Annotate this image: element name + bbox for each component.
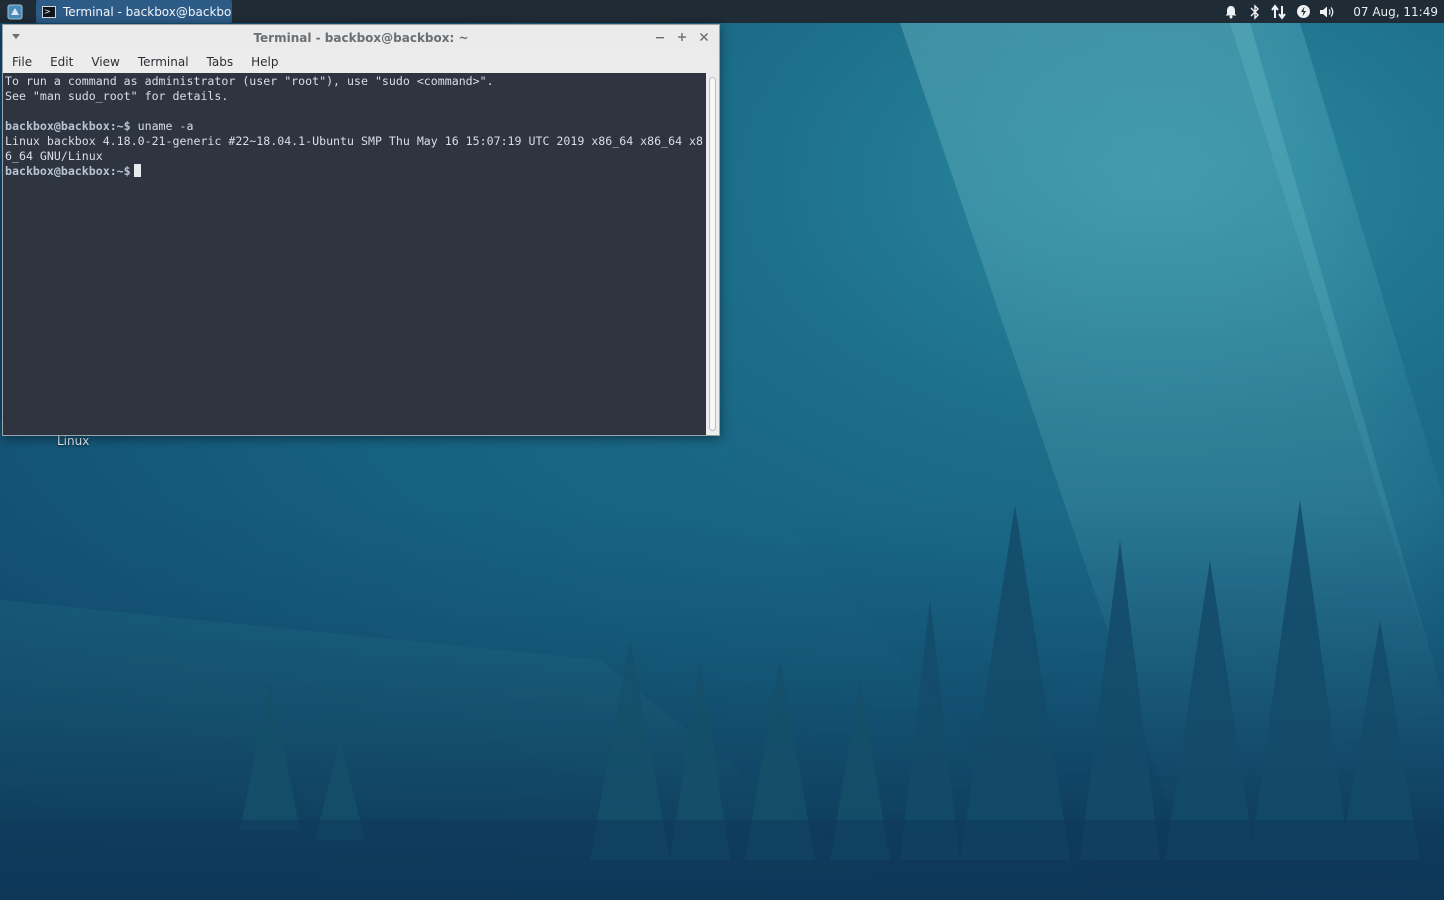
minimize-icon [656,37,664,39]
terminal-command: uname -a [130,119,194,133]
menu-file[interactable]: File [12,55,32,69]
taskbar-terminal-label: Terminal - backbox@backbo... [63,4,232,19]
terminal-icon: > [42,5,56,18]
terminal-cursor [133,164,141,177]
terminal-menubar: File Edit View Terminal Tabs Help [3,51,719,73]
terminal-line: 6_64 GNU/Linux [5,149,103,163]
clock[interactable]: 07 Aug, 11:49 [1353,5,1438,19]
system-tray: 07 Aug, 11:49 [1219,0,1444,23]
menu-tabs[interactable]: Tabs [207,55,234,69]
volume-icon[interactable] [1319,4,1335,20]
terminal-window: Terminal - backbox@backbox: ~ File Edit … [2,24,720,436]
terminal-prompt: backbox@backbox:~$ [5,164,131,178]
menu-help[interactable]: Help [251,55,278,69]
window-title: Terminal - backbox@backbox: ~ [253,31,469,45]
terminal-line: To run a command as administrator (user … [5,74,494,88]
terminal-line: See "man sudo_root" for details. [5,89,229,103]
network-arrows-icon[interactable] [1271,3,1287,20]
bell-icon[interactable] [1223,4,1239,20]
minimize-button[interactable] [653,30,667,44]
menu-view[interactable]: View [91,55,119,69]
applications-menu-button[interactable] [0,0,30,23]
menu-edit[interactable]: Edit [50,55,73,69]
menu-terminal[interactable]: Terminal [138,55,189,69]
taskbar-terminal-button[interactable]: > Terminal - backbox@backbo... [36,0,232,23]
terminal-line: Linux backbox 4.18.0-21-generic #22~18.0… [5,134,704,148]
desktop-icon-label[interactable]: Linux [57,434,89,448]
maximize-button[interactable] [675,30,689,44]
top-panel: > Terminal - backbox@backbo... 07 Aug, 1… [0,0,1444,23]
app-menu-icon [7,4,23,19]
close-button[interactable] [697,30,711,44]
close-icon [699,32,709,42]
maximize-icon [678,33,686,41]
scrollbar-thumb[interactable] [709,77,716,431]
window-titlebar[interactable]: Terminal - backbox@backbox: ~ [3,25,719,51]
terminal-scrollbar[interactable] [706,73,719,435]
terminal-prompt: backbox@backbox:~$ [5,119,131,133]
bluetooth-icon[interactable] [1247,3,1263,20]
terminal-output-area[interactable]: To run a command as administrator (user … [3,73,706,435]
power-icon[interactable] [1295,4,1311,20]
